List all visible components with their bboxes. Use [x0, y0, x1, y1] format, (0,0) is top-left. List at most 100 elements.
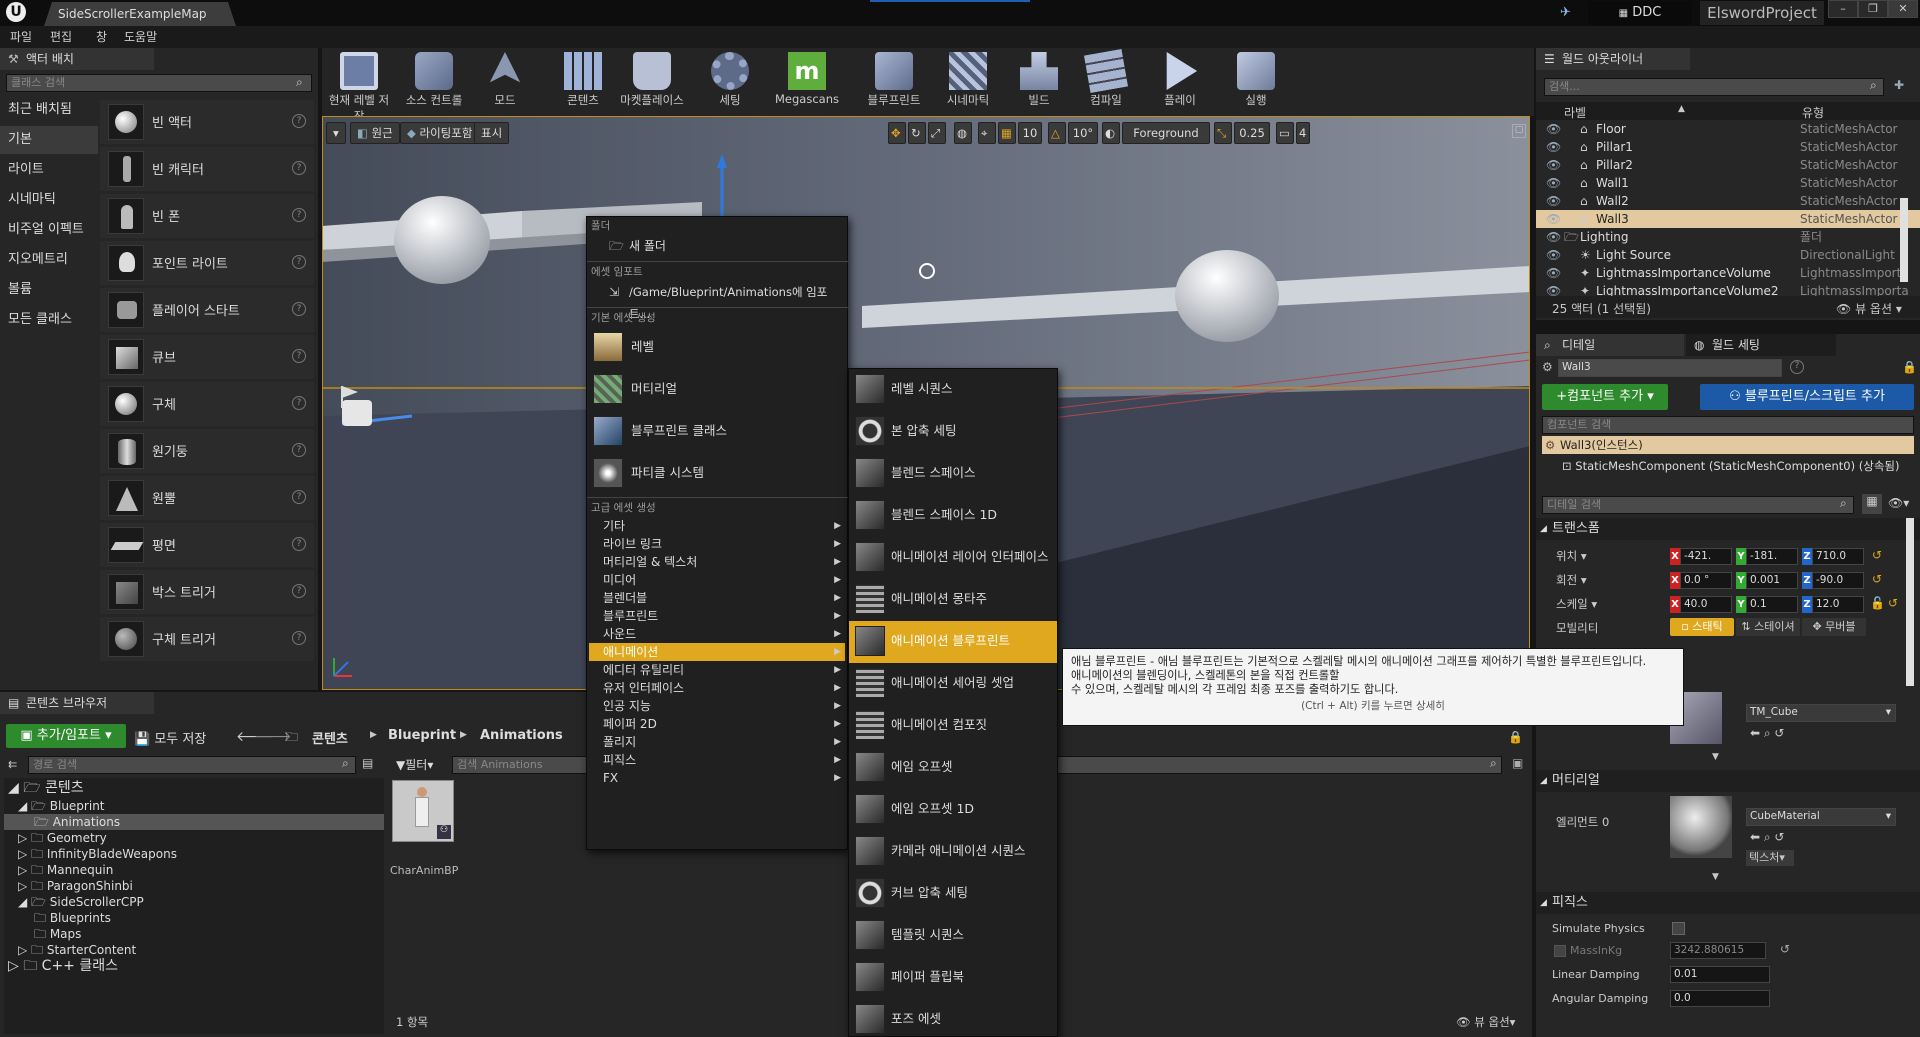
advanced-category-item[interactable]: FX ▶	[589, 769, 845, 787]
create-blueprint-class-item[interactable]: 블루프린트 클래스	[589, 411, 797, 451]
menu-window[interactable]: 창	[96, 28, 107, 45]
outliner-row[interactable]: 👁 ⌂ Floor StaticMeshActor	[1536, 120, 1920, 138]
tree-item-mannequin[interactable]: ▷ 🗀 Mannequin	[18, 862, 113, 878]
tree-item-paragon[interactable]: ▷ 🗀 ParagonShinbi	[18, 878, 133, 894]
menu-file[interactable]: 파일	[10, 28, 32, 45]
sources-icon[interactable]: ▤	[362, 756, 373, 770]
outliner-row[interactable]: 👁 ⌂ Wall1 StaticMeshActor	[1536, 174, 1920, 192]
actor-item[interactable]: 빈 캐릭터?	[100, 147, 314, 191]
new-folder-item[interactable]: 🗁 새 폴더	[589, 235, 845, 257]
help-icon[interactable]: ?	[292, 537, 306, 551]
tree-item-cpp-classes[interactable]: ▷ 🗀 C++ 클래스	[8, 958, 118, 974]
transform-section[interactable]: ◢ 트랜스폼	[1536, 518, 1920, 540]
import-item[interactable]: ⇲/Game/Blueprint/Animations에 임포트...	[589, 281, 845, 321]
animation-asset-item[interactable]: 애니메이션 세어링 셋업	[849, 663, 1057, 705]
tree-item-starter-content[interactable]: ▷ 🗀 StarterContent	[18, 942, 136, 958]
content-button[interactable]: 콘텐츠	[558, 48, 608, 114]
help-icon[interactable]: ?	[1790, 360, 1804, 374]
grid-size[interactable]: 10	[1018, 122, 1042, 144]
animation-asset-item[interactable]: 카메라 애니메이션 시퀀스	[849, 831, 1057, 873]
rotation-z-field[interactable]: -90.0	[1812, 572, 1864, 589]
animation-asset-item[interactable]: 애니메이션 컴포짓	[849, 705, 1057, 747]
mass-field[interactable]: 3242.880615	[1670, 942, 1766, 959]
advanced-category-item[interactable]: 블렌더블 ▶	[589, 589, 845, 607]
angular-damping-field[interactable]: 0.0	[1670, 990, 1770, 1007]
advanced-category-item[interactable]: 에디터 유틸리티 ▶	[589, 661, 845, 679]
add-folder-icon[interactable]: ✚	[1894, 78, 1904, 92]
launch-button[interactable]: 실행	[1228, 48, 1284, 114]
maximize-viewport-icon[interactable]: ▢	[1512, 124, 1526, 138]
visibility-eye-icon[interactable]: 👁	[1546, 228, 1561, 246]
outliner-scrollbar[interactable]	[1900, 198, 1908, 282]
outliner-row[interactable]: 👁 ⌂ Wall3 StaticMeshActor	[1536, 210, 1920, 228]
actor-item[interactable]: 포인트 라이트?	[100, 241, 314, 285]
minimize-icon[interactable]: –	[1828, 0, 1858, 18]
add-component-button[interactable]: +컴포넌트 추가 ▾	[1542, 384, 1668, 410]
world-settings-tab[interactable]: ◍ 월드 세팅	[1686, 334, 1836, 356]
actor-item[interactable]: 빈 폰?	[100, 194, 314, 238]
animation-asset-item[interactable]: 에임 오프셋 1D	[849, 789, 1057, 831]
help-icon[interactable]: ?	[292, 114, 306, 128]
view-options-button[interactable]: 👁 뷰 옵션▾	[1456, 1014, 1515, 1030]
material-thumbnail[interactable]	[1670, 796, 1732, 858]
help-icon[interactable]: ?	[292, 631, 306, 645]
create-particle-system-item[interactable]: 파티클 시스템	[589, 453, 797, 493]
actor-item[interactable]: 플레이어 스타트?	[100, 288, 314, 332]
actor-item[interactable]: 구체 트리거?	[100, 617, 314, 661]
animation-asset-item[interactable]: 에임 오프셋	[849, 747, 1057, 789]
close-icon[interactable]: ✕	[1888, 0, 1918, 18]
advanced-category-item[interactable]: 유저 인터페이스 ▶	[589, 679, 845, 697]
advanced-category-item[interactable]: 라이브 링크 ▶	[589, 535, 845, 553]
help-icon[interactable]: ?	[292, 161, 306, 175]
play-button[interactable]: 플레이	[1152, 48, 1208, 114]
source-control-button[interactable]: 소스 컨트롤	[400, 48, 468, 114]
lock-icon[interactable]: 🔓	[1870, 596, 1885, 610]
save-level-button[interactable]: 현재 레벨 저장	[324, 48, 394, 123]
tree-item-blueprint[interactable]: ◢ 🗁 Blueprint	[18, 798, 105, 814]
use-selected-arrow-icon[interactable]: ⬅ ⌕ ↺	[1750, 830, 1784, 845]
perspective-button[interactable]: ◧ 원근	[350, 122, 400, 144]
add-import-button[interactable]: ▣ 추가/임포트 ▾	[6, 724, 126, 748]
camera-speed[interactable]: 4	[1296, 122, 1310, 144]
filter-button[interactable]: ▼필터▾	[396, 756, 433, 773]
reset-icon[interactable]: ↺	[1780, 942, 1790, 956]
animation-asset-item[interactable]: 본 압축 세팅	[849, 411, 1057, 453]
visibility-eye-icon[interactable]: 👁	[1546, 120, 1561, 138]
scale-snap-size[interactable]: 0.25	[1234, 122, 1270, 144]
advanced-category-item[interactable]: 사운드 ▶	[589, 625, 845, 643]
class-search-input[interactable]: 클래스 검색	[6, 74, 312, 92]
scale-icon[interactable]: ⤢	[928, 122, 946, 144]
visibility-eye-icon[interactable]: 👁	[1546, 210, 1561, 228]
static-mesh-component-row[interactable]: ⊡ StaticMeshComponent (StaticMeshCompone…	[1562, 458, 1899, 474]
help-icon[interactable]: ?	[292, 302, 306, 316]
simulate-physics-checkbox[interactable]	[1672, 922, 1685, 935]
advanced-category-item[interactable]: 인공 지능 ▶	[589, 697, 845, 715]
visibility-eye-icon[interactable]: 👁	[1546, 192, 1561, 210]
tree-item-content[interactable]: ◢ 🗁 콘텐츠	[8, 780, 84, 796]
advanced-category-item[interactable]: 애니메이션 ▶	[589, 643, 845, 661]
level-tab[interactable]: SideScrollerExampleMap	[44, 2, 236, 26]
rotation-x-field[interactable]: 0.0 °	[1680, 572, 1732, 589]
texture-dropdown[interactable]: 텍스처▾	[1746, 850, 1794, 866]
expand-arrow-icon[interactable]: ▼	[1712, 872, 1719, 882]
actor-item[interactable]: 원뿔?	[100, 476, 314, 520]
tree-item-infinity-blade[interactable]: ▷ 🗀 InfinityBladeWeapons	[18, 846, 177, 862]
actor-item[interactable]: 평면?	[100, 523, 314, 567]
outliner-row[interactable]: 👁 ⌂ Pillar1 StaticMeshActor	[1536, 138, 1920, 156]
maximize-icon[interactable]: ❐	[1858, 0, 1888, 18]
animation-asset-item[interactable]: 애니메이션 몽타주	[849, 579, 1057, 621]
visibility-eye-icon[interactable]: 👁	[1546, 174, 1561, 192]
static-mesh-dropdown[interactable]: TM_Cube ▾	[1746, 704, 1896, 722]
actor-item[interactable]: 원기둥?	[100, 429, 314, 473]
animation-asset-item[interactable]: 블렌드 스페이스 1D	[849, 495, 1057, 537]
rotation-snap-size[interactable]: 10°	[1068, 122, 1098, 144]
reset-icon[interactable]: ↺	[1888, 596, 1898, 610]
cinematics-button[interactable]: 시네마틱	[938, 48, 998, 114]
viewport-options-button[interactable]: ▾	[326, 122, 346, 144]
compile-button[interactable]: 컴파일	[1076, 48, 1136, 114]
show-button[interactable]: 표시	[474, 122, 510, 144]
advanced-category-item[interactable]: 블루프린트 ▶	[589, 607, 845, 625]
component-search-input[interactable]: 컴포넌트 검색	[1542, 416, 1914, 434]
category-visual-effects[interactable]: 비주얼 이펙트	[0, 216, 98, 244]
type-column[interactable]: 유형	[1802, 104, 1824, 121]
